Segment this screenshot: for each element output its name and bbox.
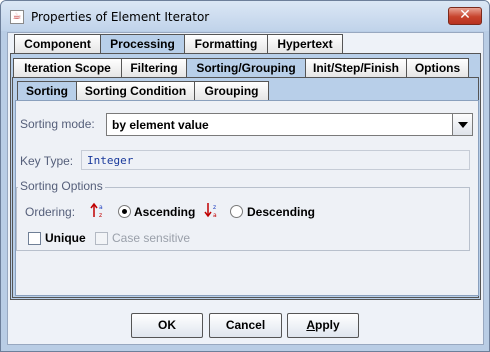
tab-processing[interactable]: Processing <box>100 34 185 54</box>
title-bar[interactable]: ☕ Properties of Element Iterator ✕ <box>1 1 489 31</box>
sort-ascending-icon: a z <box>90 202 103 218</box>
svg-text:z: z <box>99 212 102 218</box>
dialog-content: Component Processing Formatting Hypertex… <box>7 32 484 345</box>
descending-label[interactable]: Descending <box>247 205 315 219</box>
ordering-label: Ordering: <box>25 205 76 219</box>
ok-button[interactable]: OK <box>131 313 203 338</box>
tab-hypertext[interactable]: Hypertext <box>267 34 343 54</box>
tab-init-step-finish[interactable]: Init/Step/Finish <box>305 58 407 78</box>
sorting-options-title: Sorting Options <box>18 179 105 193</box>
tab-formatting[interactable]: Formatting <box>184 34 268 54</box>
tab-grouping[interactable]: Grouping <box>194 81 269 101</box>
dropdown-arrow-icon[interactable] <box>452 114 472 135</box>
close-button[interactable]: ✕ <box>448 7 482 25</box>
sorting-mode-value: by element value <box>112 118 209 132</box>
case-sensitive-checkbox <box>95 232 108 245</box>
tab-sorting-grouping[interactable]: Sorting/Grouping <box>186 58 306 78</box>
dialog-window: ☕ Properties of Element Iterator ✕ Compo… <box>0 0 490 352</box>
tab-component[interactable]: Component <box>14 34 101 54</box>
ascending-radio[interactable] <box>118 205 131 218</box>
key-type-field: Integer <box>81 150 470 170</box>
svg-text:a: a <box>99 204 103 211</box>
sort-descending-icon: z a <box>204 203 217 218</box>
cancel-button[interactable]: Cancel <box>209 313 282 338</box>
unique-checkbox[interactable] <box>28 232 41 245</box>
descending-radio[interactable] <box>230 205 243 218</box>
apply-mnemonic: A <box>306 318 315 332</box>
unique-label[interactable]: Unique <box>45 231 86 245</box>
case-sensitive-label: Case sensitive <box>112 231 191 245</box>
window-title: Properties of Element Iterator <box>31 10 210 24</box>
tab-sorting[interactable]: Sorting <box>17 81 77 101</box>
key-type-label: Key Type: <box>20 154 74 168</box>
button-bar: OK Cancel Apply <box>8 301 483 344</box>
apply-button[interactable]: Apply <box>287 313 359 338</box>
tab-filtering[interactable]: Filtering <box>121 58 187 78</box>
ascending-label[interactable]: Ascending <box>134 205 195 219</box>
tab-sorting-condition[interactable]: Sorting Condition <box>76 81 195 101</box>
sorting-mode-label: Sorting mode: <box>20 117 95 131</box>
tab-options[interactable]: Options <box>406 58 469 78</box>
apply-label: pply <box>315 318 340 332</box>
svg-text:z: z <box>213 204 216 211</box>
svg-text:a: a <box>213 212 217 218</box>
java-app-icon: ☕ <box>10 10 24 24</box>
sorting-mode-select[interactable]: by element value <box>106 113 473 136</box>
tab-iteration-scope[interactable]: Iteration Scope <box>13 58 122 78</box>
